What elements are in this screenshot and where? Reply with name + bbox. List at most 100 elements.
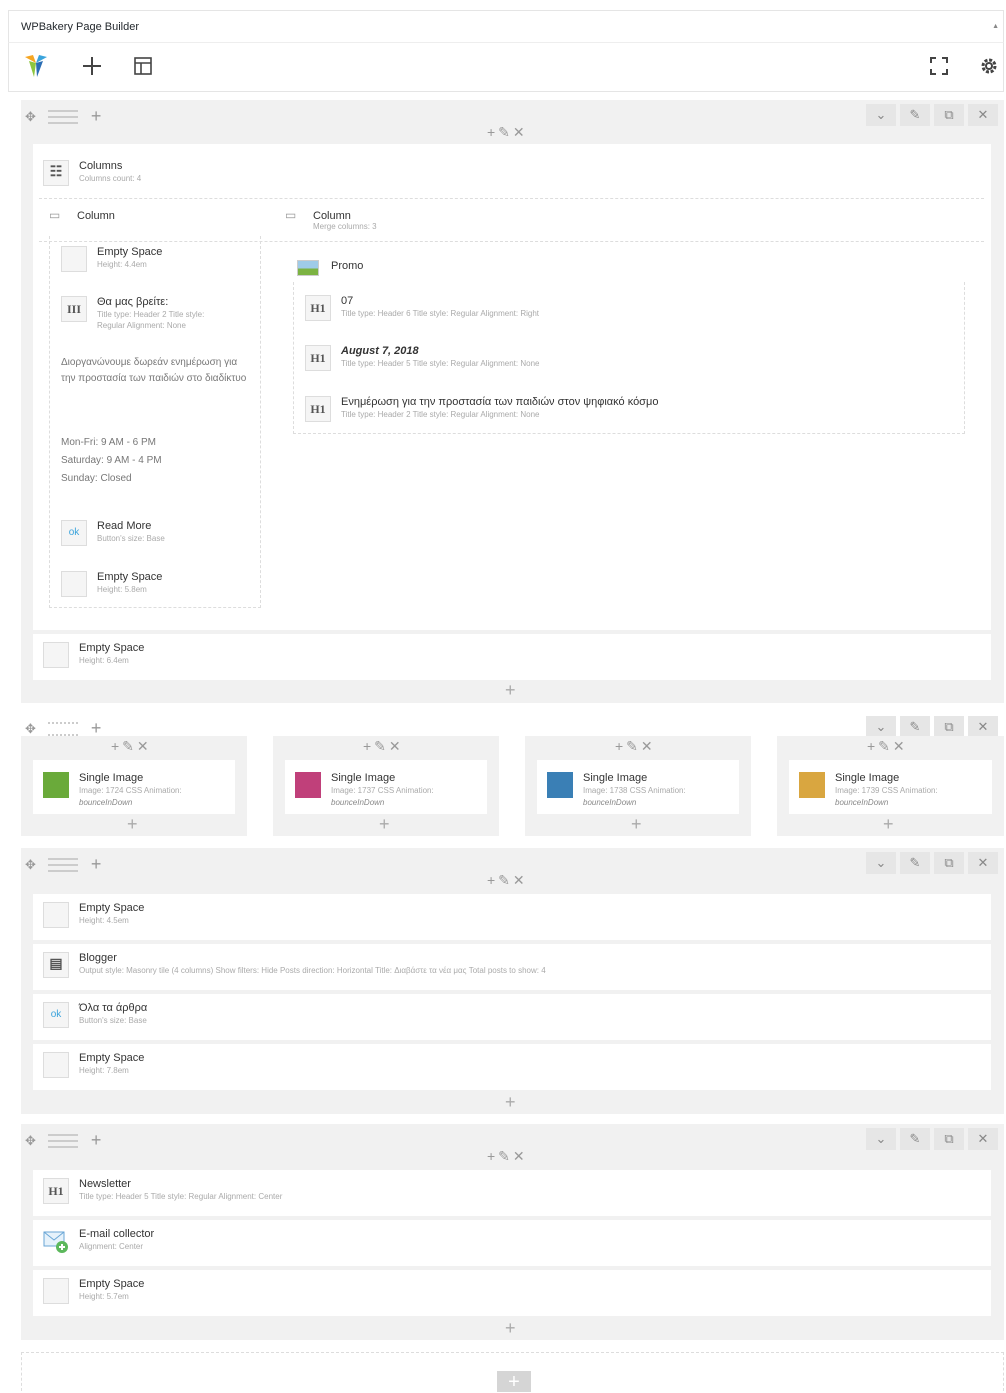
row-layout-icon[interactable] [48,857,79,872]
hours-line[interactable]: Sunday: Closed [61,471,132,487]
element-title: Ενημέρωση για την προστασία των παιδιών … [341,396,659,408]
button-element[interactable]: ok Όλα τα άρθρα Button's size: Base [33,994,991,1040]
add-row-area[interactable]: + [21,1352,1004,1393]
empty-space-element[interactable]: Empty Space Height: 7.8em [33,1044,991,1090]
edit-row-icon[interactable]: ✎ [900,104,930,126]
text-block[interactable]: Διοργανώνουμε δωρεάν ενημέρωση για την π… [61,355,251,387]
clone-row-icon[interactable]: ⧉ [934,716,964,738]
image-column-3: +✎✕ Single Image Image: 1738 CSS Animati… [525,736,751,836]
empty-space-element[interactable]: Empty Space Height: 5.8em [61,567,251,611]
edit-row-icon[interactable]: ✎ [900,852,930,874]
heading-element[interactable]: H1 07 Title type: Header 6 Title style: … [305,291,945,335]
single-image-element[interactable]: Single Image Image: 1737 CSS Animation: … [285,760,487,814]
empty-space-element[interactable]: Empty Space Height: 5.7em [33,1270,991,1316]
element-meta: Button's size: Base [79,1016,147,1025]
empty-space-icon [43,1052,69,1078]
columns-element[interactable]: ☷ Columns Columns count: 4 [43,156,643,200]
row-layout-icon[interactable] [48,721,79,736]
add-element-icon[interactable]: + [883,814,894,835]
collapse-icon[interactable]: ▲ [992,23,999,30]
move-icon[interactable]: ✥ [25,1133,36,1149]
image-column-1: +✎✕ Single Image Image: 1724 CSS Animati… [21,736,247,836]
promo-image-icon [297,260,319,276]
column-controls[interactable]: +✎✕ [111,738,152,755]
heading-element[interactable]: III Θα μας βρείτε: Title type: Header 2 … [61,292,256,342]
fullscreen-icon[interactable] [929,56,949,81]
layout-icon[interactable] [133,56,153,81]
delete-row-icon[interactable]: ✕ [968,852,998,874]
move-icon[interactable]: ✥ [25,857,36,873]
add-column-icon[interactable]: + [91,1130,102,1151]
clone-row-icon[interactable]: ⧉ [934,1128,964,1150]
heading-element[interactable]: H1 August 7, 2018 Title type: Header 5 T… [305,341,945,385]
heading-element[interactable]: H1 Newsletter Title type: Header 5 Title… [33,1170,991,1216]
column-controls[interactable]: +✎✕ [487,124,528,141]
add-element-icon[interactable]: + [631,814,642,835]
row-layout-icon[interactable] [48,109,79,124]
plus-icon[interactable] [81,55,103,82]
column-controls[interactable]: +✎✕ [363,738,404,755]
element-title: Empty Space [97,571,163,583]
delete-row-icon[interactable]: ✕ [968,716,998,738]
element-meta: bounceInDown [835,798,889,807]
panel-header: WPBakery Page Builder ▲ [8,10,1004,42]
add-element-icon[interactable]: + [127,814,138,835]
image-thumbnail [295,772,321,798]
blogger-element[interactable]: ▤ Blogger Output style: Masonry tile (4 … [33,944,991,990]
element-meta: Image: 1738 CSS Animation: [583,786,686,795]
column-controls[interactable]: +✎✕ [867,738,908,755]
row-layout-icon[interactable] [48,1133,79,1148]
delete-row-icon[interactable]: ✕ [968,1128,998,1150]
element-meta: Title type: Header 2 Title style: Regula… [341,410,540,419]
column-controls[interactable]: +✎✕ [615,738,656,755]
toggle-row-icon[interactable]: ⌄ [866,716,896,738]
add-column-icon[interactable]: + [91,854,102,875]
delete-row-icon[interactable]: ✕ [968,104,998,126]
clone-row-icon[interactable]: ⧉ [934,104,964,126]
gear-icon[interactable] [979,56,999,81]
heading-element[interactable]: H1 Ενημέρωση για την προστασία των παιδι… [305,392,945,436]
element-title: Empty Space [79,1278,145,1290]
edit-row-icon[interactable]: ✎ [900,716,930,738]
clone-row-icon[interactable]: ⧉ [934,852,964,874]
add-element-icon[interactable]: + [379,814,390,835]
add-row-button[interactable]: + [497,1371,531,1393]
empty-space-element[interactable]: Empty Space Height: 6.4em [33,634,991,680]
add-element-icon[interactable]: + [505,1318,516,1339]
element-meta: Alignment: Center [79,1242,144,1251]
element-title: Read More [97,520,152,532]
email-icon [43,1228,69,1254]
element-meta: Columns count: 4 [79,174,142,183]
image-thumbnail [547,772,573,798]
column-controls[interactable]: +✎✕ [487,1148,528,1165]
element-meta: bounceInDown [583,798,637,807]
add-column-icon[interactable]: + [91,106,102,127]
hours-line[interactable]: Saturday: 9 AM - 4 PM [61,453,162,469]
heading-icon: H1 [305,295,331,321]
single-image-element[interactable]: Single Image Image: 1739 CSS Animation: … [789,760,992,814]
element-meta: Output style: Masonry tile (4 columns) S… [79,966,546,975]
element-title: Όλα τα άρθρα [79,1002,148,1014]
toggle-row-icon[interactable]: ⌄ [866,852,896,874]
add-element-icon[interactable]: + [505,1092,516,1113]
toggle-row-icon[interactable]: ⌄ [866,104,896,126]
move-icon[interactable]: ✥ [25,721,36,737]
empty-space-element[interactable]: Empty Space Height: 4.4em [61,242,251,286]
hours-line[interactable]: Mon-Fri: 9 AM - 6 PM [61,435,156,451]
empty-space-element[interactable]: Empty Space Height: 4.5em [33,894,991,940]
edit-row-icon[interactable]: ✎ [900,1128,930,1150]
button-element[interactable]: ok Read More Button's size: Base [61,516,251,560]
toggle-row-icon[interactable]: ⌄ [866,1128,896,1150]
wpbakery-logo-icon[interactable] [23,53,49,86]
add-element-icon[interactable]: + [505,680,516,701]
single-image-element[interactable]: Single Image Image: 1724 CSS Animation: … [33,760,235,814]
move-icon[interactable]: ✥ [25,109,36,125]
email-collector-element[interactable]: E-mail collector Alignment: Center [33,1220,991,1266]
element-meta: Image: 1724 CSS Animation: [79,786,182,795]
element-title: Blogger [79,952,117,964]
inner-column-right[interactable]: ▭ Column Merge columns: 3 [285,206,685,250]
row-controls-left: ✥ + [25,854,102,875]
single-image-element[interactable]: Single Image Image: 1738 CSS Animation: … [537,760,739,814]
column-controls[interactable]: +✎✕ [487,872,528,889]
element-meta: bounceInDown [79,798,133,807]
